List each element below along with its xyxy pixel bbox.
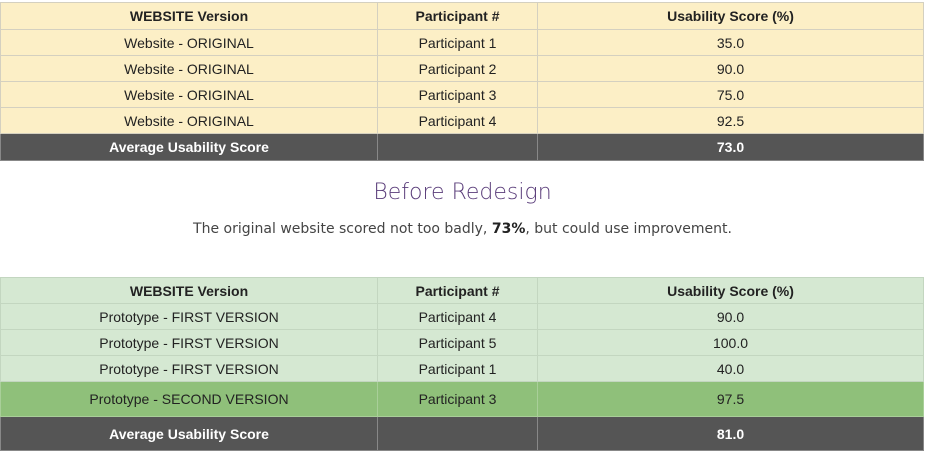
cell-version: Website - ORIGINAL [0, 29, 378, 56]
section-text: The original website scored not too badl… [0, 221, 925, 237]
section-text-after: , but could use improvement. [525, 221, 732, 237]
cell-score: 40.0 [537, 355, 924, 382]
cell-participant: Participant 3 [377, 81, 538, 108]
cell-version: Website - ORIGINAL [0, 55, 378, 82]
average-row: Average Usability Score 73.0 [0, 133, 924, 161]
cell-participant: Participant 3 [377, 381, 538, 417]
average-label: Average Usability Score [0, 416, 378, 451]
cell-participant: Participant 2 [377, 55, 538, 82]
header-usability-score: Usability Score (%) [537, 277, 924, 304]
table-header-row: WEBSITE Version Participant # Usability … [0, 2, 924, 30]
header-website-version: WEBSITE Version [0, 2, 378, 30]
average-participant [377, 133, 538, 161]
cell-version: Prototype - FIRST VERSION [0, 303, 378, 330]
average-participant [377, 416, 538, 451]
cell-participant: Participant 4 [377, 107, 538, 134]
table-row-second-version: Prototype - SECOND VERSION Participant 3… [0, 381, 924, 417]
cell-score: 100.0 [537, 329, 924, 356]
header-usability-score: Usability Score (%) [537, 2, 924, 30]
cell-score: 90.0 [537, 55, 924, 82]
section-text-before: The original website scored not too badl… [193, 221, 492, 237]
average-value: 81.0 [537, 416, 924, 451]
header-participant: Participant # [377, 277, 538, 304]
average-row: Average Usability Score 81.0 [0, 416, 924, 451]
cell-version: Prototype - FIRST VERSION [0, 329, 378, 356]
cell-version: Website - ORIGINAL [0, 107, 378, 134]
table-row: Website - ORIGINAL Participant 1 35.0 [0, 29, 924, 56]
cell-version: Prototype - SECOND VERSION [0, 381, 378, 417]
cell-participant: Participant 4 [377, 303, 538, 330]
header-participant: Participant # [377, 2, 538, 30]
cell-participant: Participant 5 [377, 329, 538, 356]
prototype-scores-table: WEBSITE Version Participant # Usability … [0, 277, 924, 451]
table-row: Website - ORIGINAL Participant 2 90.0 [0, 55, 924, 82]
original-scores-table: WEBSITE Version Participant # Usability … [0, 2, 924, 161]
section-text-bold: 73% [491, 221, 526, 237]
table-row: Prototype - FIRST VERSION Participant 5 … [0, 329, 924, 356]
header-website-version: WEBSITE Version [0, 277, 378, 304]
cell-score: 90.0 [537, 303, 924, 330]
table-header-row: WEBSITE Version Participant # Usability … [0, 277, 924, 304]
average-label: Average Usability Score [0, 133, 378, 161]
table-row: Website - ORIGINAL Participant 3 75.0 [0, 81, 924, 108]
table-row: Prototype - FIRST VERSION Participant 4 … [0, 303, 924, 330]
table-row: Prototype - FIRST VERSION Participant 1 … [0, 355, 924, 382]
cell-version: Website - ORIGINAL [0, 81, 378, 108]
table-row: Website - ORIGINAL Participant 4 92.5 [0, 107, 924, 134]
average-value: 73.0 [537, 133, 924, 161]
section-title: Before Redesign [373, 180, 552, 205]
cell-version: Prototype - FIRST VERSION [0, 355, 378, 382]
cell-score: 97.5 [537, 381, 924, 417]
cell-participant: Participant 1 [377, 29, 538, 56]
cell-participant: Participant 1 [377, 355, 538, 382]
cell-score: 75.0 [537, 81, 924, 108]
cell-score: 35.0 [537, 29, 924, 56]
cell-score: 92.5 [537, 107, 924, 134]
